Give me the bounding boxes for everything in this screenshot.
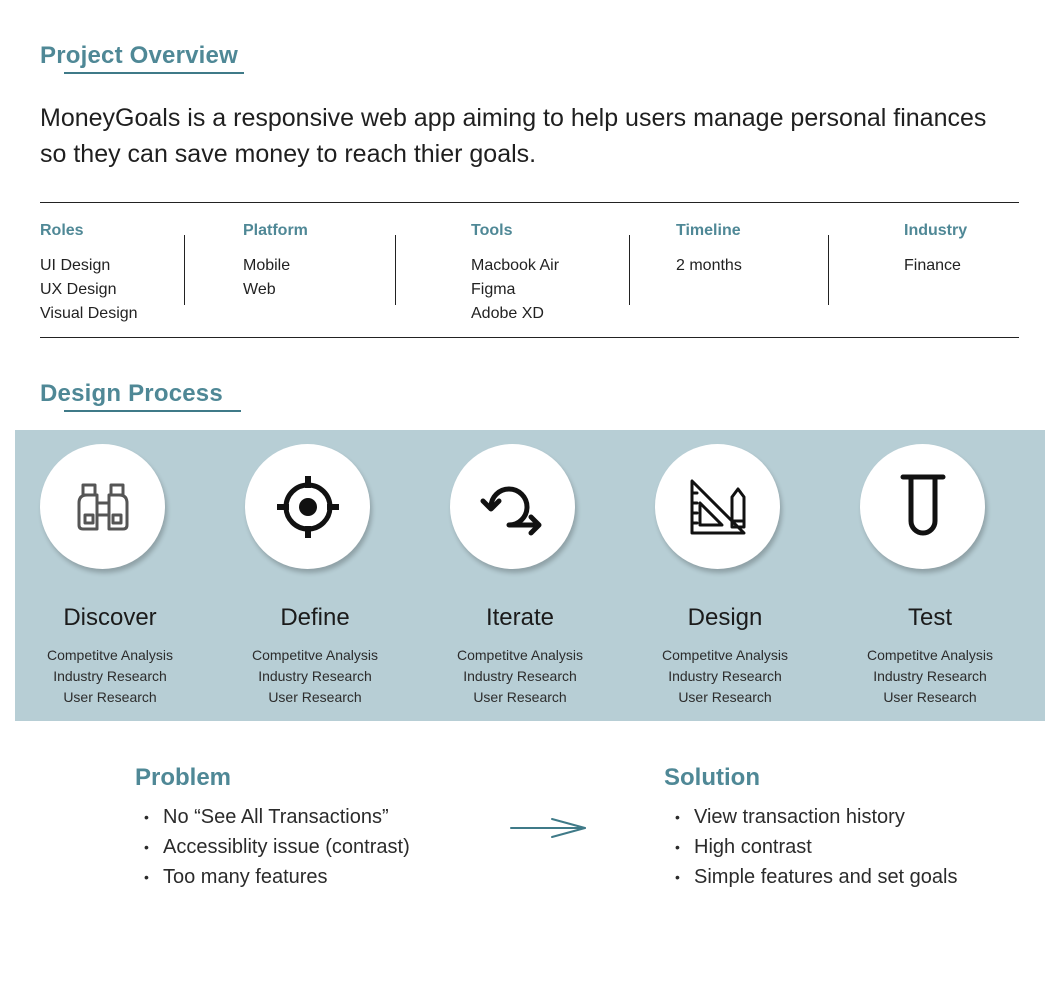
ruler-pencil-icon [690,479,745,534]
title-underline [64,72,244,74]
step-items: Competitve Analysis Industry Research Us… [450,645,590,708]
roles-heading: Roles [40,222,84,239]
title-underline [64,410,241,412]
project-overview-title: Project Overview [40,42,244,74]
list-item: • Accessiblity issue (contrast) [135,832,410,862]
timeline-heading: Timeline [676,222,741,239]
step-item: Competitve Analysis [456,647,584,663]
details-divider [395,235,396,305]
step-item: Industry Research [873,668,987,684]
process-step-iterate: Iterate Competitve Analysis Industry Res… [450,444,620,705]
step-item: Competitve Analysis [46,647,174,663]
step-items: Competitve Analysis Industry Research Us… [245,645,385,708]
bullet-icon: • [675,839,680,855]
list-item: • Too many features [135,862,410,892]
step-icon-circle [450,444,575,569]
timeline-value: 2 months [676,257,742,274]
problem-list: • No “See All Transactions” • Accessiblity… [135,802,410,892]
details-divider [629,235,630,305]
bullet-icon: • [675,869,680,885]
solution-title: Solution [664,764,760,791]
details-timeline: Timeline 2 months [676,222,742,278]
process-step-define: Define Competitve Analysis Industry Rese… [245,444,415,705]
step-items: Competitve Analysis Industry Research Us… [40,645,180,708]
process-step-design: Design Competitve Analysis Industry Rese… [655,444,825,705]
step-item: Competitve Analysis [251,647,379,663]
step-item: User Research [473,689,567,705]
process-step-discover: Discover Competitve Analysis Industry Re… [40,444,210,705]
details-bottom-divider [40,337,1019,338]
details-divider [828,235,829,305]
details-platform: Platform Mobile Web [243,222,308,302]
step-item: User Research [678,689,772,705]
platform-value: Mobile [243,257,291,274]
step-items: Competitve Analysis Industry Research Us… [655,645,795,708]
binoculars-icon [77,483,128,530]
platform-value: Web [243,281,276,298]
process-step-test: Test Competitve Analysis Industry Resear… [860,444,1030,705]
list-item: • View transaction history [666,802,958,832]
bullet-icon: • [675,809,680,825]
step-name: Discover [63,604,157,631]
platform-heading: Platform [243,222,308,239]
roles-value: UI Design [40,257,111,274]
step-items: Competitve Analysis Industry Research Us… [860,645,1000,708]
arrow-right-icon [510,818,586,838]
tools-value: Adobe XD [471,305,544,322]
step-icon-circle [655,444,780,569]
list-item: • High contrast [666,832,958,862]
tools-value: Macbook Air [471,257,560,274]
step-item: Industry Research [53,668,167,684]
details-divider [184,235,185,305]
solution-list: • View transaction history • High contrast… [666,802,958,892]
bullet-icon: • [144,839,149,855]
step-item: Competitve Analysis [866,647,994,663]
bullet-icon: • [144,869,149,885]
step-item: Competitve Analysis [661,647,789,663]
step-icon-circle [40,444,165,569]
step-item: User Research [268,689,362,705]
step-name: Design [687,604,763,631]
step-icon-circle [245,444,370,569]
iterate-arrow-icon [480,486,541,535]
details-top-divider [40,202,1019,203]
details-tools: Tools Macbook Air Figma Adobe XD [471,222,559,326]
list-item: • Simple features and set goals [666,862,958,892]
step-item: User Research [63,689,157,705]
test-tube-icon [900,474,945,535]
project-description: MoneyGoals is a responsive web app aimin… [40,104,987,168]
industry-heading: Industry [904,222,968,239]
list-item: • No “See All Transactions” [135,802,410,832]
step-name: Test [907,604,952,631]
tools-value: Figma [471,281,516,298]
step-item: Industry Research [258,668,372,684]
step-item: Industry Research [463,668,577,684]
step-icon-circle [860,444,985,569]
bullet-icon: • [144,809,149,825]
roles-value: UX Design [40,281,117,298]
problem-title: Problem [135,764,232,791]
step-item: Industry Research [668,668,782,684]
details-industry: Industry Finance [904,222,967,278]
step-item: User Research [883,689,977,705]
target-icon [276,475,339,538]
design-process-title: Design Process [40,380,241,412]
roles-value: Visual Design [40,305,138,322]
tools-heading: Tools [471,222,513,239]
industry-value: Finance [904,257,961,274]
step-name: Iterate [485,604,555,631]
step-name: Define [280,604,350,631]
details-roles: Roles UI Design UX Design Visual Design [40,222,138,326]
